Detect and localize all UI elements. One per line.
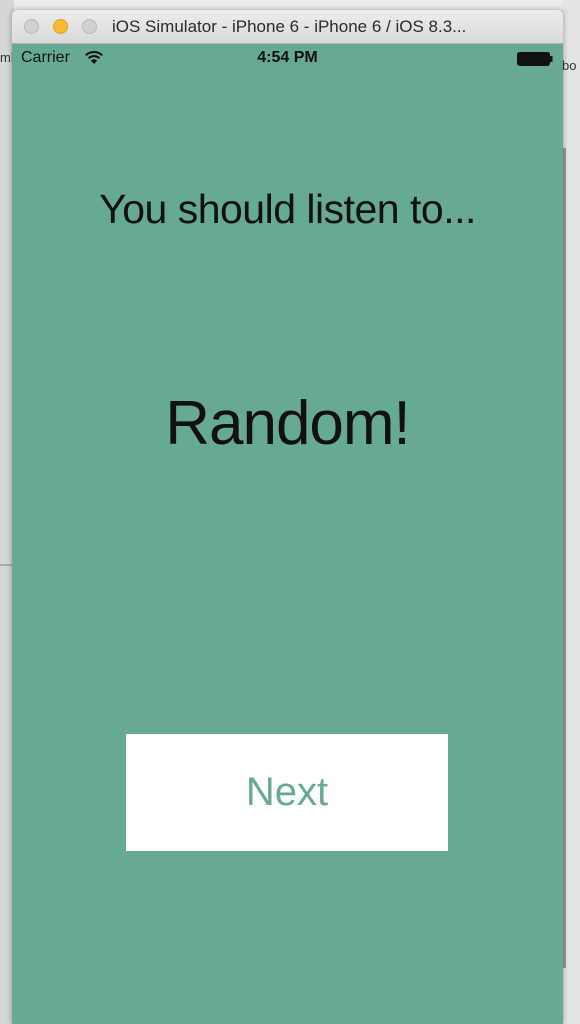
recommendation-label: Random!: [165, 389, 411, 458]
prompt-headline: You should listen to...: [99, 186, 476, 232]
simulator-window: iOS Simulator - iPhone 6 - iPhone 6 / iO…: [12, 10, 563, 1024]
background-app-text-right: bo: [562, 58, 577, 73]
next-button-label: Next: [245, 770, 329, 814]
ios-status-bar: Carrier 4:54 PM: [12, 44, 563, 72]
minimize-window-button[interactable]: [53, 19, 68, 34]
zoom-window-button[interactable]: [82, 19, 97, 34]
next-button[interactable]: Next: [126, 734, 448, 851]
window-titlebar[interactable]: iOS Simulator - iPhone 6 - iPhone 6 / iO…: [12, 10, 563, 44]
status-time: 4:54 PM: [257, 49, 318, 66]
battery-icon: [517, 52, 553, 66]
close-window-button[interactable]: [24, 19, 39, 34]
window-title: iOS Simulator - iPhone 6 - iPhone 6 / iO…: [112, 17, 467, 36]
